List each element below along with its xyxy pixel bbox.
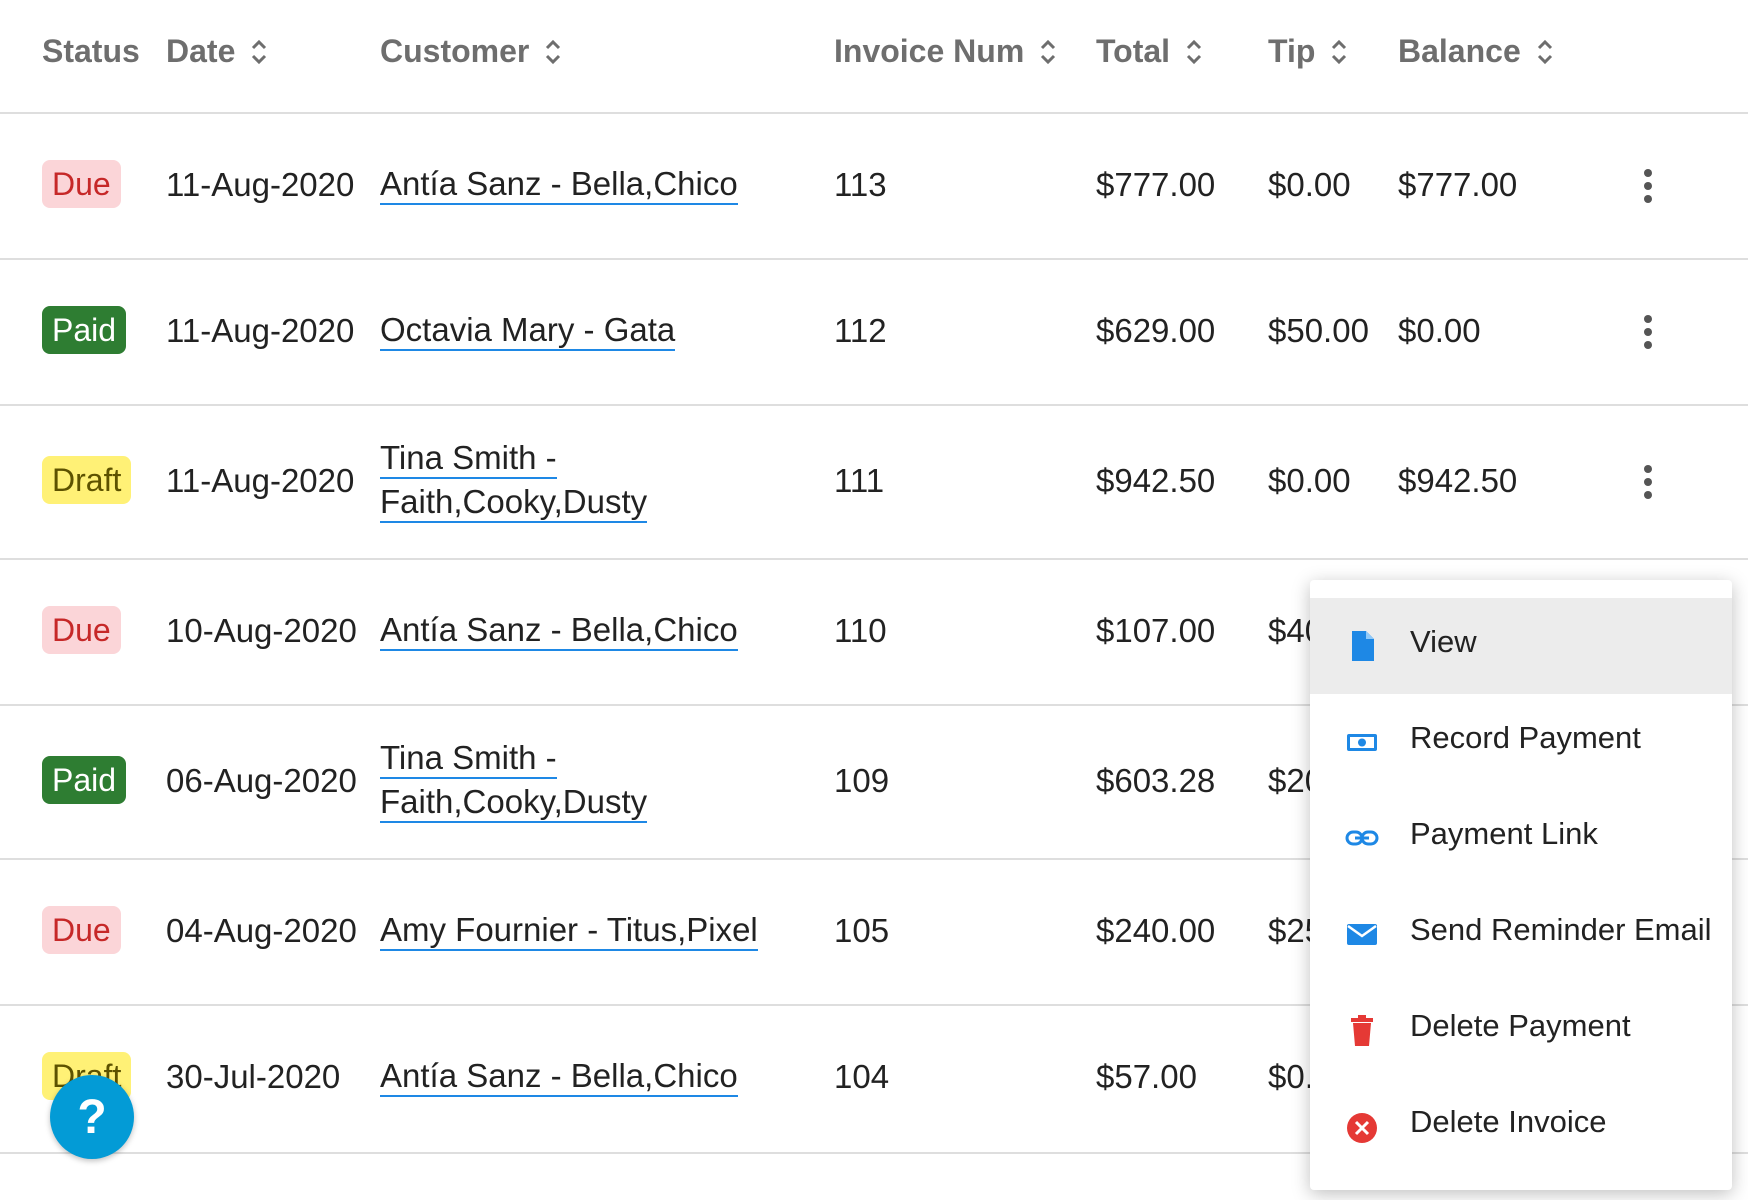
balance-cell: $942.50 <box>1398 462 1518 499</box>
balance-cell: $0.00 <box>1398 312 1481 349</box>
date-cell: 11-Aug-2020 <box>166 462 355 499</box>
trash-icon <box>1351 1015 1373 1046</box>
invoice-num-cell: 113 <box>834 166 887 203</box>
menu-item-label: Payment Link <box>1410 816 1598 851</box>
status-badge: Due <box>42 606 121 654</box>
status-badge: Due <box>42 160 121 208</box>
menu-item-record-payment[interactable]: Record Payment <box>1310 694 1732 790</box>
column-date-label: Date <box>166 33 236 69</box>
more-vert-icon[interactable] <box>1628 462 1668 502</box>
column-status[interactable]: Status <box>42 33 140 70</box>
sort-icon[interactable] <box>1535 35 1555 69</box>
date-cell: 11-Aug-2020 <box>166 166 355 203</box>
menu-item-label: View <box>1410 624 1477 659</box>
cancel-circle-icon <box>1347 1113 1377 1143</box>
table-row[interactable]: Due 11-Aug-2020 Antía Sanz - Bella,Chico… <box>0 114 1748 260</box>
tip-cell: $0. <box>1268 1058 1314 1095</box>
total-cell: $777.00 <box>1096 166 1216 203</box>
menu-item-payment-link[interactable]: Payment Link <box>1310 790 1732 886</box>
total-cell: $942.50 <box>1096 462 1216 499</box>
customer-link[interactable]: Antía Sanz - Bella,Chico <box>380 162 738 206</box>
menu-item-delete-payment[interactable]: Delete Payment <box>1310 982 1732 1078</box>
total-cell: $629.00 <box>1096 312 1216 349</box>
column-balance[interactable]: Balance <box>1398 33 1555 70</box>
column-status-label: Status <box>42 33 140 69</box>
date-cell: 10-Aug-2020 <box>166 612 357 649</box>
sort-icon[interactable] <box>249 35 269 69</box>
menu-item-label: Record Payment <box>1410 720 1641 755</box>
menu-item-label: Delete Invoice <box>1410 1104 1607 1139</box>
customer-link[interactable]: Amy Fournier - Titus,Pixel <box>380 908 758 952</box>
column-total-label: Total <box>1096 33 1171 69</box>
column-total[interactable]: Total <box>1096 33 1204 70</box>
help-button[interactable]: ? <box>50 1075 134 1159</box>
date-cell: 06-Aug-2020 <box>166 762 357 799</box>
balance-cell: $777.00 <box>1398 166 1518 203</box>
menu-item-delete-invoice[interactable]: Delete Invoice <box>1310 1078 1732 1174</box>
table-row[interactable]: Draft 11-Aug-2020 Tina Smith - Faith,Coo… <box>0 406 1748 560</box>
date-cell: 30-Jul-2020 <box>166 1058 341 1095</box>
menu-item-send-reminder-email[interactable]: Send Reminder Email <box>1310 886 1732 982</box>
column-tip-label: Tip <box>1268 33 1316 69</box>
menu-item-label: Send Reminder Email <box>1410 912 1712 947</box>
total-cell: $57.00 <box>1096 1058 1197 1095</box>
invoice-num-cell: 112 <box>834 312 887 349</box>
status-badge: Paid <box>42 306 127 354</box>
customer-link[interactable]: Antía Sanz - Bella,Chico <box>380 1054 738 1098</box>
customer-link[interactable]: Tina Smith - Faith,Cooky,Dusty <box>380 436 648 524</box>
total-cell: $603.28 <box>1096 762 1216 799</box>
invoice-num-cell: 109 <box>834 762 890 799</box>
column-customer-label: Customer <box>380 33 530 69</box>
sort-icon[interactable] <box>1329 35 1349 69</box>
tip-cell: $50.00 <box>1268 312 1369 349</box>
tip-cell: $0.00 <box>1268 462 1351 499</box>
more-vert-icon[interactable] <box>1628 166 1668 206</box>
cash-icon <box>1347 734 1377 751</box>
date-cell: 04-Aug-2020 <box>166 912 357 949</box>
status-badge: Paid <box>42 756 127 804</box>
invoice-num-cell: 111 <box>834 462 885 499</box>
invoice-num-cell: 105 <box>834 912 890 949</box>
sort-icon[interactable] <box>1038 35 1058 69</box>
sort-icon[interactable] <box>543 35 563 69</box>
customer-link[interactable]: Octavia Mary - Gata <box>380 308 676 352</box>
document-icon <box>1352 631 1374 661</box>
customer-link[interactable]: Tina Smith - Faith,Cooky,Dusty <box>380 736 648 824</box>
menu-item-view[interactable]: View <box>1310 598 1732 694</box>
row-actions-menu: View Record Payment Payment Link Send Re… <box>1310 580 1732 1190</box>
invoice-num-cell: 110 <box>834 612 887 649</box>
total-cell: $107.00 <box>1096 612 1216 649</box>
column-balance-label: Balance <box>1398 33 1521 69</box>
column-date[interactable]: Date <box>166 33 269 70</box>
total-cell: $240.00 <box>1096 912 1216 949</box>
customer-link[interactable]: Antía Sanz - Bella,Chico <box>380 608 738 652</box>
status-badge: Due <box>42 906 121 954</box>
menu-item-label: Delete Payment <box>1410 1008 1631 1043</box>
column-invoice-num[interactable]: Invoice Num <box>834 33 1058 70</box>
help-icon: ? <box>77 1090 107 1144</box>
more-vert-icon[interactable] <box>1628 312 1668 352</box>
date-cell: 11-Aug-2020 <box>166 312 355 349</box>
column-invoice-num-label: Invoice Num <box>834 33 1025 69</box>
table-row[interactable]: Paid 11-Aug-2020 Octavia Mary - Gata 112… <box>0 260 1748 406</box>
table-header: Status Date Customer Invoice Num Total T… <box>0 0 1748 114</box>
link-icon <box>1345 830 1379 846</box>
column-tip[interactable]: Tip <box>1268 33 1349 70</box>
status-badge: Draft <box>42 456 132 504</box>
invoice-num-cell: 104 <box>834 1058 890 1095</box>
sort-icon[interactable] <box>1184 35 1204 69</box>
column-customer[interactable]: Customer <box>380 33 563 70</box>
tip-cell: $0.00 <box>1268 166 1351 203</box>
envelope-icon <box>1347 924 1377 945</box>
